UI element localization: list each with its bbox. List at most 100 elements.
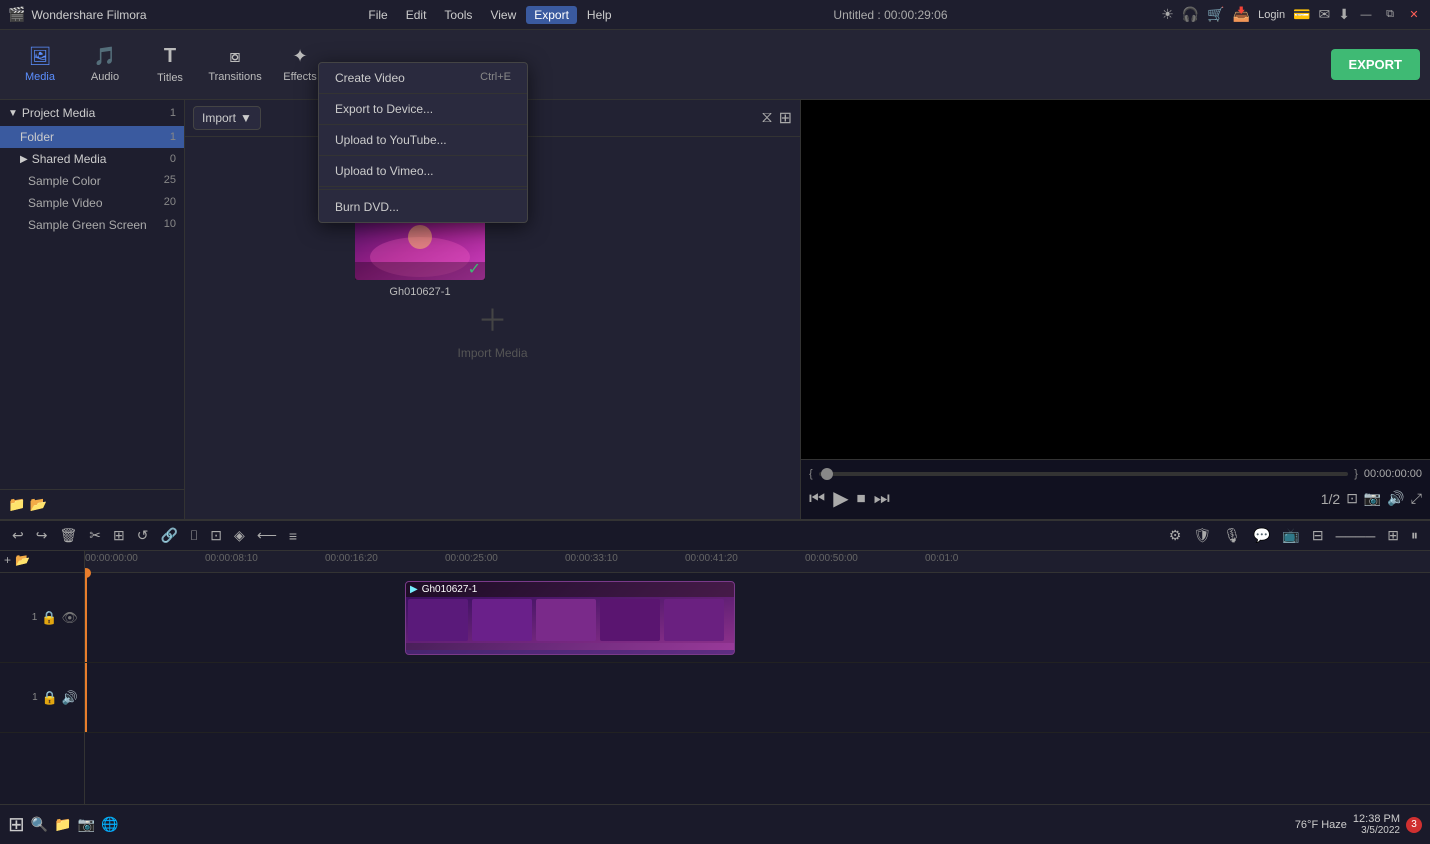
card-icon[interactable]: 💳 bbox=[1293, 6, 1310, 23]
grid-view-icon[interactable]: ⊞ bbox=[779, 108, 792, 128]
close-button[interactable]: ✕ bbox=[1406, 7, 1422, 23]
taskbar-files[interactable]: 📁 bbox=[54, 816, 71, 833]
taskbar: ⊞ 🔍 📁 📷 🌐 76°F Haze 12:38 PM 3/5/2022 3 bbox=[0, 804, 1430, 844]
scrubber-handle[interactable] bbox=[821, 468, 833, 480]
download-icon[interactable]: 📥 bbox=[1233, 6, 1250, 23]
playhead[interactable] bbox=[85, 573, 87, 662]
screen-record-btn[interactable]: 📺 bbox=[1278, 525, 1303, 546]
track-options-icon[interactable]: 📂 bbox=[15, 553, 30, 567]
mail-icon[interactable]: ✉ bbox=[1319, 6, 1331, 23]
zoom-slider[interactable]: ──── bbox=[1332, 526, 1380, 546]
toolbar-titles[interactable]: T Titles bbox=[140, 36, 200, 94]
audio-icon: 🎵 bbox=[94, 46, 116, 67]
shared-media-label: Shared Media bbox=[32, 152, 107, 166]
ruler-spacer: + 📂 bbox=[0, 551, 84, 573]
sample-green-screen-count: 10 bbox=[164, 218, 176, 232]
sample-color-item[interactable]: Sample Color 25 bbox=[0, 170, 184, 192]
scrubber-bar[interactable] bbox=[819, 472, 1349, 476]
export-button[interactable]: EXPORT bbox=[1331, 49, 1420, 80]
nested-clip-btn[interactable]: ⌷ bbox=[186, 525, 202, 546]
import-media-placeholder[interactable]: ＋ Import Media bbox=[457, 296, 527, 360]
voice-btn[interactable]: 🎙 bbox=[1219, 525, 1245, 546]
upload-youtube[interactable]: Upload to YouTube... bbox=[319, 125, 527, 156]
ai-tools-btn[interactable]: 🛡 bbox=[1189, 525, 1215, 546]
lightbulb-icon[interactable]: ☀ bbox=[1161, 6, 1174, 23]
minimize-button[interactable]: — bbox=[1358, 7, 1374, 23]
delete-item-icon[interactable]: 📂 bbox=[29, 496, 46, 513]
menu-help[interactable]: Help bbox=[579, 6, 620, 24]
snapshot-btn[interactable]: ⊡ bbox=[206, 525, 226, 546]
maximize-button[interactable]: ⧉ bbox=[1382, 7, 1398, 23]
prev-skip-btn[interactable]: ⏮ bbox=[809, 488, 825, 509]
export-to-device[interactable]: Export to Device... bbox=[319, 94, 527, 125]
volume-icon[interactable]: 🔊 bbox=[1387, 490, 1404, 507]
menu-view[interactable]: View bbox=[482, 6, 524, 24]
volume-audio-icon[interactable]: 🔊 bbox=[62, 690, 78, 706]
settings-timeline-btn[interactable]: ⚙ bbox=[1165, 525, 1186, 546]
add-track-icon[interactable]: + bbox=[4, 553, 11, 567]
redo-btn[interactable]: ↪ bbox=[32, 525, 52, 546]
folder-item[interactable]: Folder 1 bbox=[0, 126, 184, 148]
next-skip-btn[interactable]: ⏭ bbox=[874, 488, 890, 509]
import-dropdown[interactable]: Import ▼ bbox=[193, 106, 261, 130]
toolbar-audio[interactable]: 🎵 Audio bbox=[75, 36, 135, 94]
crop-timeline-btn[interactable]: ⊞ bbox=[109, 525, 129, 546]
lock-track-icon[interactable]: 🔒 bbox=[41, 610, 57, 626]
rotate-btn[interactable]: ↺ bbox=[133, 525, 153, 546]
toolbar-transitions[interactable]: ⧇ Transitions bbox=[205, 36, 265, 94]
stop-button[interactable]: ⏹ bbox=[857, 488, 866, 509]
subtitle-btn[interactable]: 💬 bbox=[1249, 525, 1274, 546]
fullscreen-icon[interactable]: ⤢ bbox=[1411, 490, 1422, 507]
play-button[interactable]: ▶ bbox=[833, 486, 848, 511]
split-btn[interactable]: ✂ bbox=[85, 525, 105, 546]
link-btn[interactable]: 🔗 bbox=[156, 525, 181, 546]
headphone-icon[interactable]: 🎧 bbox=[1182, 6, 1199, 23]
pause-timeline-btn[interactable]: ⏸ bbox=[1407, 525, 1422, 546]
clock-time: 12:38 PM bbox=[1353, 813, 1400, 825]
filter-icon[interactable]: ⧖ bbox=[761, 109, 772, 127]
new-folder-icon[interactable]: 📁 bbox=[8, 496, 25, 513]
audio-track-row bbox=[85, 663, 1430, 733]
burn-dvd[interactable]: Burn DVD... bbox=[319, 192, 527, 222]
sample-video-item[interactable]: Sample Video 20 bbox=[0, 192, 184, 214]
delete-btn[interactable]: 🗑 bbox=[55, 525, 81, 546]
shared-media-item[interactable]: ▶ Shared Media 0 bbox=[0, 148, 184, 170]
screenshot-icon[interactable]: 📷 bbox=[1364, 490, 1381, 507]
login-btn[interactable]: Login bbox=[1258, 9, 1285, 21]
sample-color-count: 25 bbox=[164, 174, 176, 188]
cart-icon[interactable]: 🛒 bbox=[1207, 6, 1224, 23]
left-panel-footer: 📁 📂 bbox=[0, 489, 184, 519]
video-clip-gh010627[interactable]: ▶ Gh010627-1 bbox=[405, 581, 735, 655]
crop-icon[interactable]: ⊡ bbox=[1346, 490, 1358, 507]
scrubber-bracket-right[interactable]: } bbox=[1354, 468, 1358, 480]
preview-buttons: ⏮ ▶ ⏹ ⏭ 1/2 ⊡ 📷 🔊 ⤢ bbox=[809, 486, 1422, 511]
search-icon[interactable]: 🔍 bbox=[31, 816, 48, 833]
undo-btn[interactable]: ↩ bbox=[8, 525, 28, 546]
sample-green-screen-item[interactable]: Sample Green Screen 10 bbox=[0, 214, 184, 236]
upload-vimeo[interactable]: Upload to Vimeo... bbox=[319, 156, 527, 187]
menu-export[interactable]: Export bbox=[526, 6, 577, 24]
audio-label: Audio bbox=[91, 71, 119, 83]
taskbar-browser[interactable]: 🌐 bbox=[101, 816, 118, 833]
notification-badge[interactable]: 3 bbox=[1406, 817, 1422, 833]
windows-icon[interactable]: ⊞ bbox=[8, 812, 25, 837]
transition-btn[interactable]: ⟵ bbox=[253, 525, 281, 546]
audio-adj-btn[interactable]: ≡ bbox=[285, 526, 301, 546]
lock-audio-icon[interactable]: 🔒 bbox=[42, 690, 58, 706]
export-create-video[interactable]: Create Video Ctrl+E bbox=[319, 63, 527, 94]
project-media-header[interactable]: ▼ Project Media 1 bbox=[0, 100, 184, 126]
menu-file[interactable]: File bbox=[360, 6, 395, 24]
menu-edit[interactable]: Edit bbox=[398, 6, 435, 24]
menu-tools[interactable]: Tools bbox=[436, 6, 480, 24]
speed-selector[interactable]: 1/2 bbox=[1321, 491, 1340, 507]
media-icon: 🖼 bbox=[29, 46, 52, 67]
scrubber-bracket-left[interactable]: { bbox=[809, 468, 813, 480]
toolbar-media[interactable]: 🖼 Media bbox=[10, 36, 70, 94]
zoom-out-btn[interactable]: ⊟ bbox=[1308, 525, 1328, 546]
taskbar-camera[interactable]: 📷 bbox=[78, 816, 95, 833]
update-icon[interactable]: ⬇ bbox=[1338, 6, 1350, 23]
ruler-mark-7: 00:01:0 bbox=[925, 553, 958, 564]
freeze-frame-btn[interactable]: ◈ bbox=[230, 525, 249, 546]
eye-track-icon[interactable]: 👁 bbox=[61, 610, 78, 626]
zoom-in-btn[interactable]: ⊞ bbox=[1383, 525, 1403, 546]
